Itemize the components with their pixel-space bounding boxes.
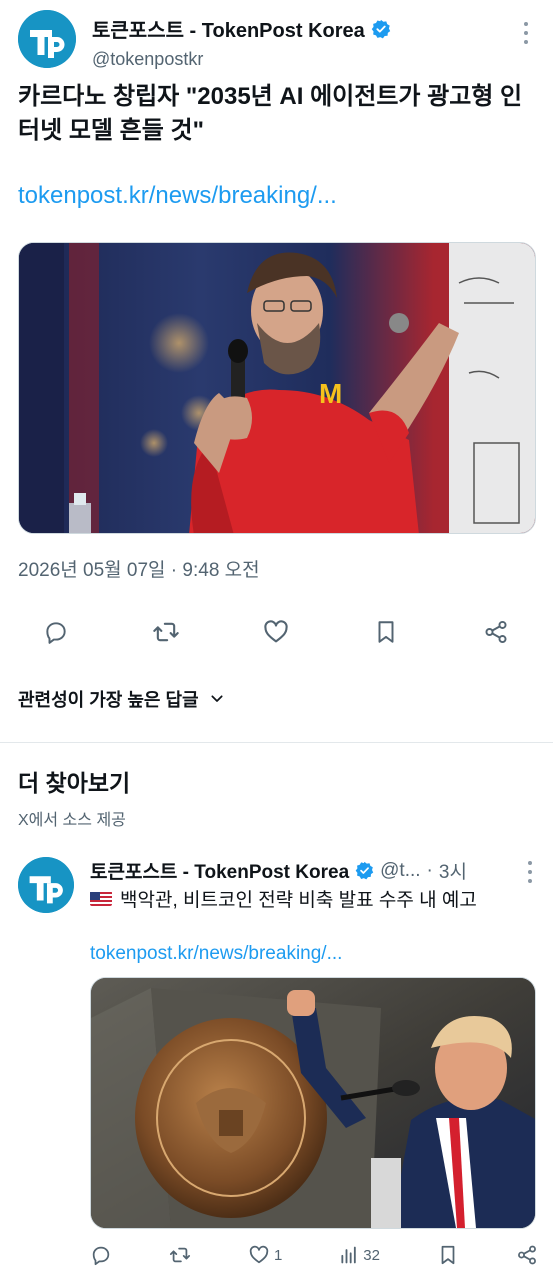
discover-more-subtitle: X에서 소스 제공	[18, 812, 126, 829]
related-author-handle[interactable]: @t...	[380, 860, 420, 882]
speaker-photo: M	[19, 243, 535, 533]
reply-button[interactable]	[36, 612, 76, 652]
share-button[interactable]	[476, 612, 516, 652]
views-button[interactable]: 32	[339, 1245, 380, 1265]
bookmark-icon	[441, 1245, 455, 1265]
related-tweet-time[interactable]: 3시	[439, 857, 467, 884]
more-options-icon[interactable]	[523, 22, 529, 44]
retweet-button[interactable]	[169, 1244, 191, 1266]
related-author-name[interactable]: 토큰포스트 - TokenPost Korea	[90, 857, 349, 884]
separator-dot: ·	[426, 859, 433, 881]
related-tweet-body: 백악관, 비트코인 전략 비축 발표 수주 내 예고	[120, 890, 477, 911]
reply-icon	[92, 1246, 110, 1266]
retweet-icon	[153, 622, 179, 642]
share-icon	[518, 1245, 536, 1265]
verified-badge-icon	[371, 19, 390, 38]
discover-more-title: 더 찾아보기	[18, 770, 131, 796]
us-flag-icon	[90, 891, 112, 906]
sec-seal-photo	[91, 978, 535, 1228]
tweet-text: 카르다노 창립자 "2035년 AI 에이전트가 광고형 인터넷 모델 흔들 것…	[18, 83, 523, 144]
related-tweet-link[interactable]: tokenpost.kr/news/breaking/...	[90, 943, 342, 965]
related-tweet-action-bar: 1 32	[90, 1239, 538, 1271]
more-options-icon[interactable]	[527, 861, 533, 883]
verified-badge-icon	[355, 861, 374, 880]
author-name[interactable]: 토큰포스트 - TokenPost Korea	[92, 14, 365, 43]
tweet-timestamp[interactable]: 2026년 05월 07일 · 9:48 오전	[18, 555, 260, 582]
reply-button[interactable]	[90, 1244, 112, 1266]
bookmark-icon	[378, 621, 394, 643]
views-chart-icon	[341, 1246, 357, 1264]
tweet-detail-page: 토큰포스트 - TokenPost Korea @tokenpostkr 카르다…	[0, 0, 553, 1280]
svg-text:M: M	[319, 378, 342, 409]
avatar[interactable]	[18, 10, 76, 68]
share-icon	[485, 620, 507, 644]
reply-icon	[46, 622, 66, 644]
heart-icon	[249, 1245, 269, 1264]
like-count: 1	[273, 1246, 283, 1264]
like-button[interactable]: 1	[248, 1244, 282, 1266]
section-divider	[0, 742, 553, 743]
related-tweet-header: 토큰포스트 - TokenPost Korea @t... · 3시	[90, 857, 467, 884]
avatar[interactable]	[18, 857, 74, 913]
tweet-header: 토큰포스트 - TokenPost Korea @tokenpostkr	[18, 8, 535, 70]
author-handle[interactable]: @tokenpostkr	[92, 49, 391, 70]
tweet-link[interactable]: tokenpost.kr/news/breaking/...	[18, 182, 337, 210]
related-tweet[interactable]: 토큰포스트 - TokenPost Korea @t... · 3시 백악관, …	[0, 845, 553, 1280]
author-block: 토큰포스트 - TokenPost Korea @tokenpostkr	[92, 14, 391, 70]
tweet-action-bar	[36, 612, 516, 652]
tweet-media-photo[interactable]: M	[18, 242, 536, 534]
view-count: 32	[363, 1246, 380, 1264]
heart-icon	[264, 620, 288, 643]
replies-sort-dropdown[interactable]: 관련성이 가장 높은 답글	[18, 686, 225, 712]
replies-sort-label: 관련성이 가장 높은 답글	[18, 690, 199, 710]
share-button[interactable]	[516, 1244, 538, 1266]
bookmark-button[interactable]	[366, 612, 406, 652]
chevron-down-icon	[211, 695, 223, 702]
related-tweet-text: 백악관, 비트코인 전략 비축 발표 수주 내 예고	[90, 885, 477, 912]
retweet-icon	[169, 1247, 191, 1263]
tokenpost-logo-icon	[18, 857, 74, 913]
retweet-button[interactable]	[146, 612, 186, 652]
bookmark-button[interactable]	[437, 1244, 459, 1266]
tokenpost-logo-icon	[18, 10, 76, 68]
like-button[interactable]	[256, 612, 296, 652]
related-tweet-media-photo[interactable]	[90, 977, 536, 1229]
